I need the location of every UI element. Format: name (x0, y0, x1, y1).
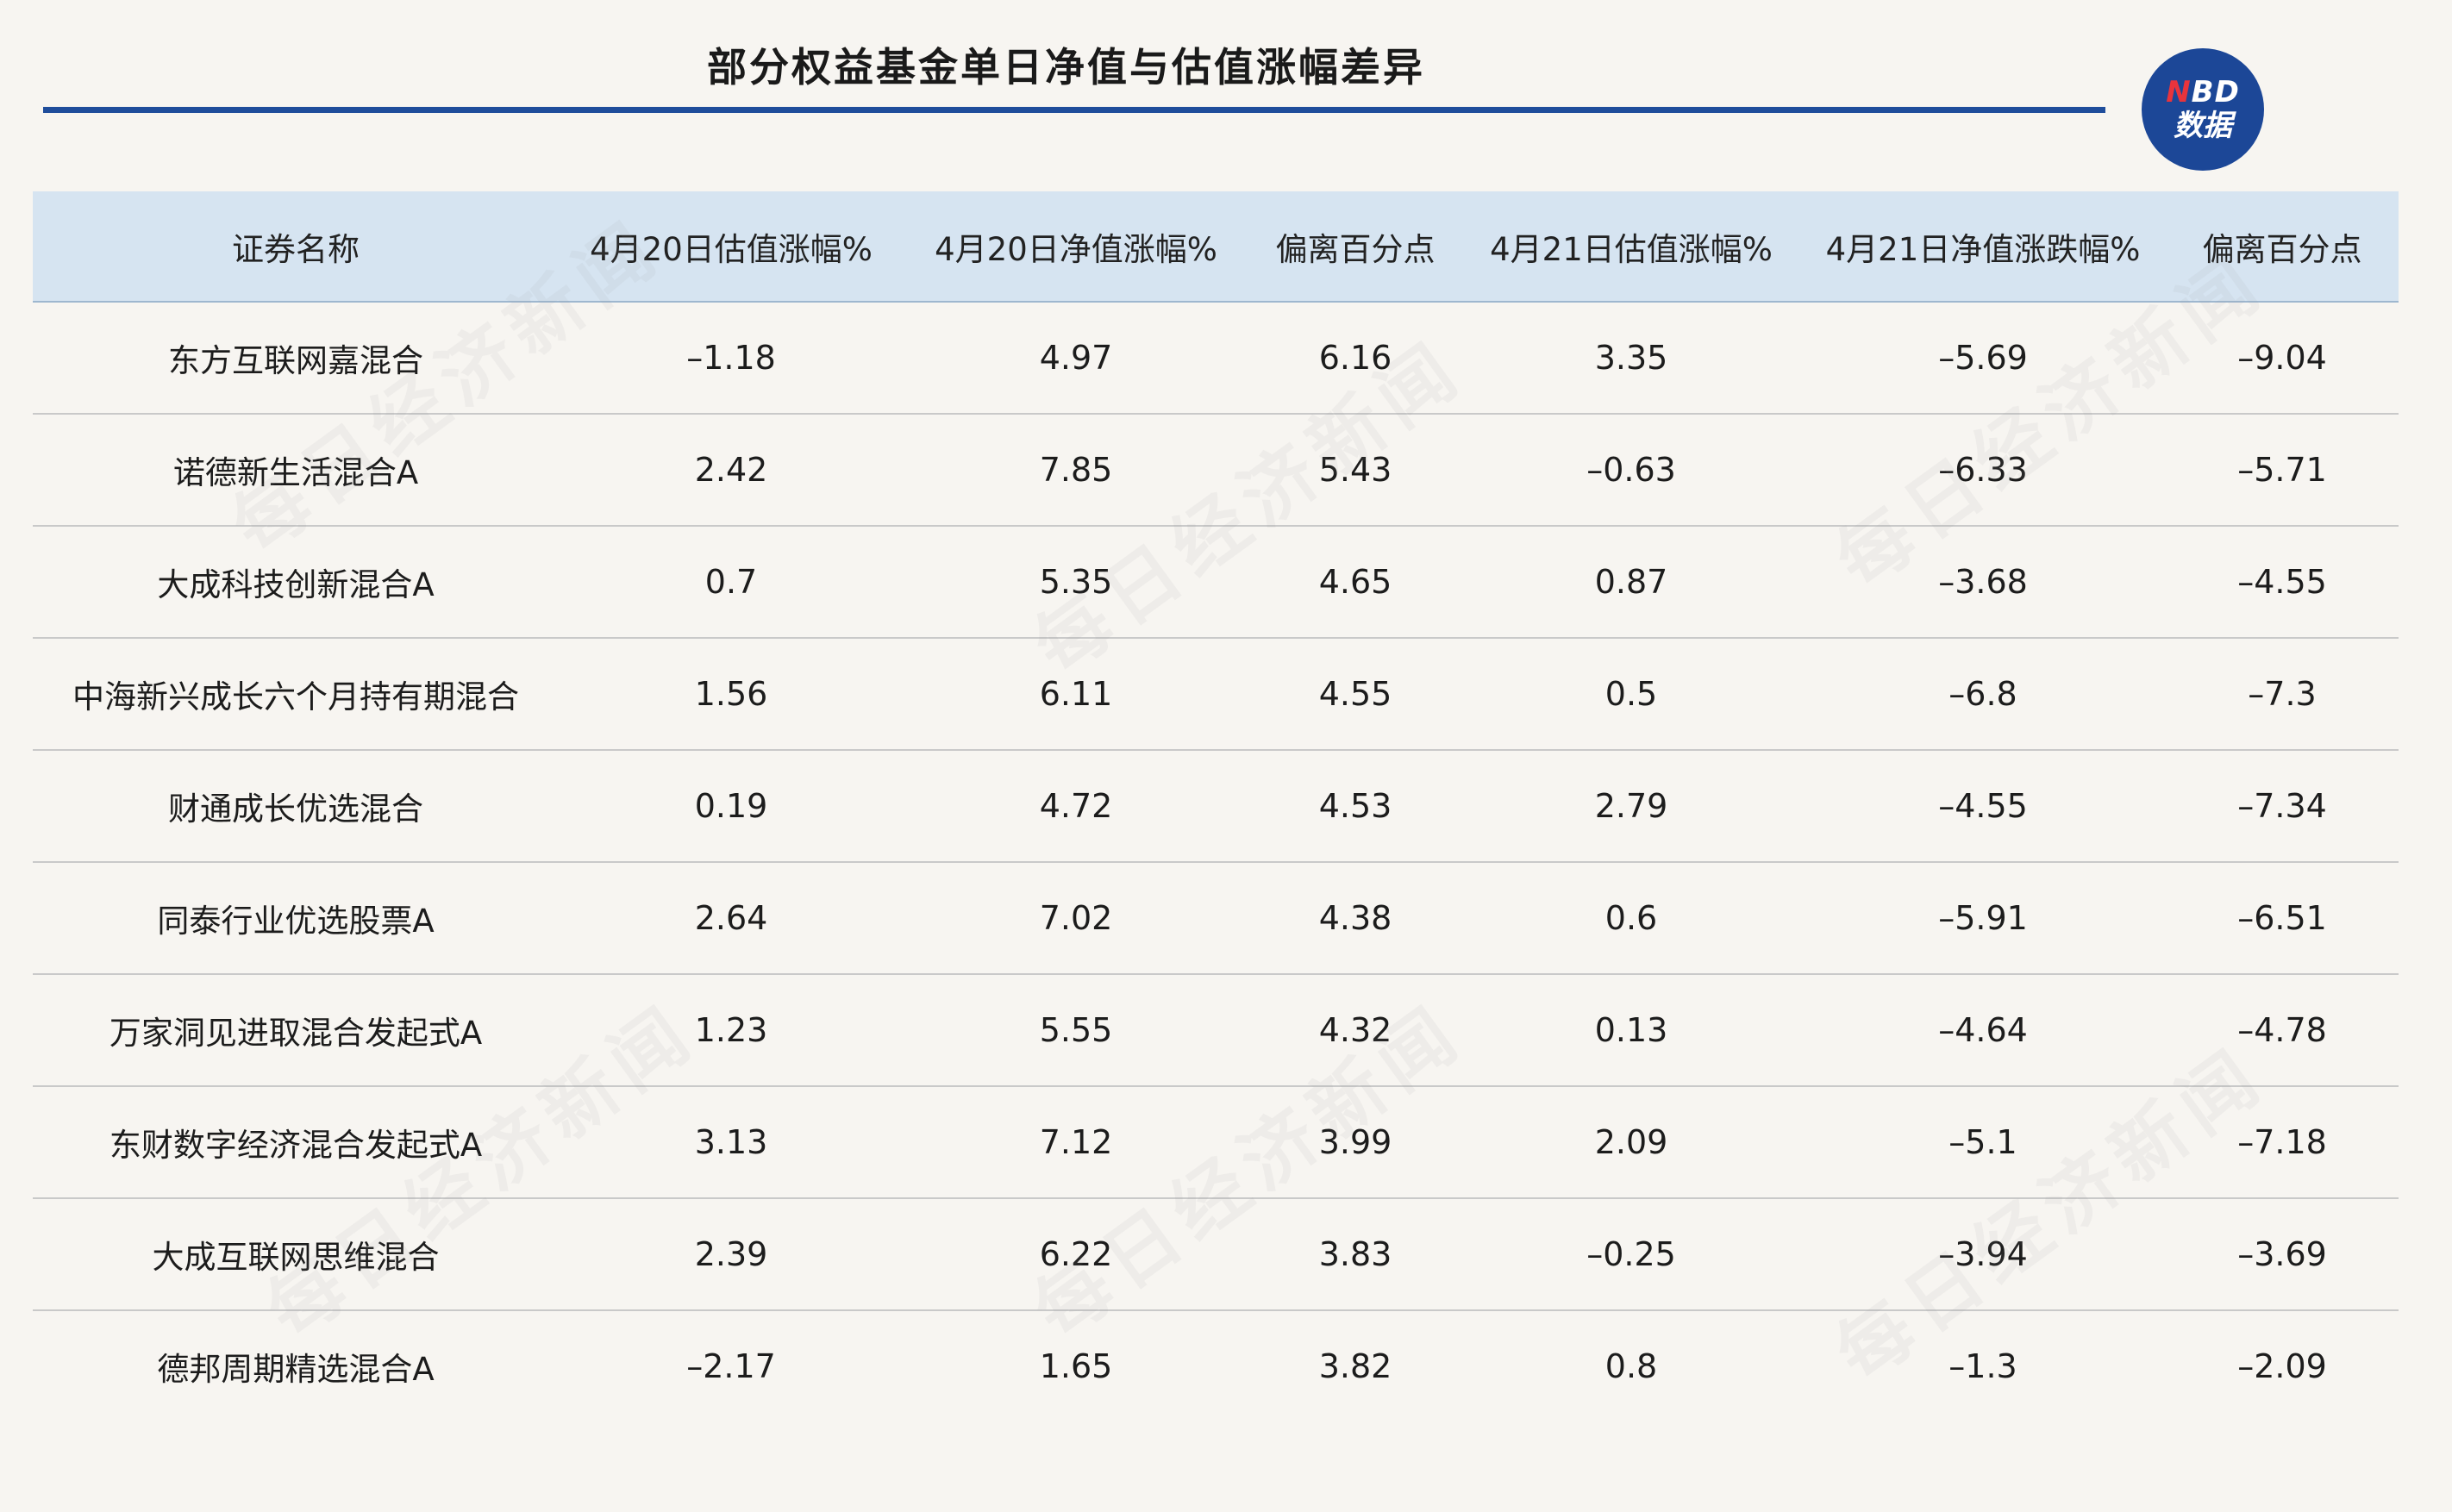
fund-name-cell: 东财数字经济混合发起式A (33, 1086, 559, 1199)
fund-name-cell: 万家洞见进取混合发起式A (33, 974, 559, 1087)
value-cell: –2.09 (2237, 1347, 2327, 1385)
value-cell: –0.25 (1462, 1198, 1800, 1311)
value-cell: –6.33 (1800, 414, 2166, 527)
table-row: 大成科技创新混合A 0.7 5.35 4.65 0.87 –3.68 –4.55 (33, 526, 2399, 639)
value-cell: 0.19 (559, 750, 904, 863)
column-header-2: 4月20日净值涨幅% (904, 191, 1248, 303)
value-cell: 2.79 (1462, 750, 1800, 863)
value-cell: –3.69 (2166, 1198, 2399, 1311)
value-cell: –5.69 (1800, 302, 2166, 415)
value-cell: 3.83 (1248, 1198, 1462, 1311)
value-cell: 4.55 (1248, 638, 1462, 751)
column-header-0: 证券名称 (33, 191, 559, 303)
value-cell: 2.64 (559, 862, 904, 975)
value-cell: –4.55 (2166, 526, 2399, 639)
column-header-6: 偏离百分点 (2166, 191, 2399, 303)
value-cell: 5.55 (904, 974, 1248, 1087)
value-cell: 6.22 (904, 1198, 1248, 1311)
value-cell: 0.5 (1462, 638, 1800, 751)
fund-name-cell: 德邦周期精选混合A (157, 1351, 435, 1388)
table-header-row: 证券名称 4月20日估值涨幅% 4月20日净值涨幅% 偏离百分点 4月21日估值涨幅% 4… (33, 191, 2399, 303)
value-cell: –4.64 (1800, 974, 2166, 1087)
value-cell: 2.09 (1462, 1086, 1800, 1199)
value-cell: 2.42 (559, 414, 904, 527)
table-row: 东方互联网嘉混合 –1.18 4.97 6.16 3.35 –5.69 –9.04 (33, 302, 2399, 415)
value-cell: –5.1 (1800, 1086, 2166, 1199)
value-cell: 7.12 (904, 1086, 1248, 1199)
fund-name-cell: 诺德新生活混合A (33, 414, 559, 527)
page-title: 部分权益基金单日净值与估值涨幅差异 (707, 44, 1425, 91)
value-cell: 4.97 (904, 302, 1248, 415)
value-cell: 3.82 (1318, 1347, 1392, 1385)
value-cell: 7.85 (904, 414, 1248, 527)
fund-name-cell: 东方互联网嘉混合 (33, 302, 559, 415)
value-cell: 1.56 (559, 638, 904, 751)
fund-name-cell: 财通成长优选混合 (33, 750, 559, 863)
column-header-4: 4月21日估值涨幅% (1462, 191, 1800, 303)
value-cell: 3.35 (1462, 302, 1800, 415)
fund-table: 证券名称 4月20日估值涨幅% 4月20日净值涨幅% 偏离百分点 4月21日估值涨幅% 4… (33, 191, 2399, 1421)
logo-letters-bd: BD (2191, 75, 2240, 109)
value-cell: –5.91 (1800, 862, 2166, 975)
value-cell: –9.04 (2166, 302, 2399, 415)
value-cell: –1.18 (559, 302, 904, 415)
title-underline (43, 107, 2105, 113)
table-row: 中海新兴成长六个月持有期混合 1.56 6.11 4.55 0.5 –6.8 –7.3 (33, 638, 2399, 751)
table-row: 财通成长优选混合 0.19 4.72 4.53 2.79 –4.55 –7.34 (33, 750, 2399, 863)
value-cell: 0.7 (559, 526, 904, 639)
column-header-5: 4月21日净值涨跌幅% (1800, 191, 2166, 303)
value-cell: –2.17 (686, 1347, 776, 1385)
value-cell: 0.6 (1462, 862, 1800, 975)
value-cell: 4.38 (1248, 862, 1462, 975)
column-header-1: 4月20日估值涨幅% (559, 191, 904, 303)
value-cell: –6.8 (1800, 638, 2166, 751)
value-cell: –7.3 (2166, 638, 2399, 751)
value-cell: 5.43 (1248, 414, 1462, 527)
value-cell: –5.71 (2166, 414, 2399, 527)
fund-name-cell: 大成互联网思维混合 (33, 1198, 559, 1311)
logo-subtitle: 数据 (2174, 109, 2232, 143)
value-cell: 0.13 (1462, 974, 1800, 1087)
table-row: 大成互联网思维混合 2.39 6.22 3.83 –0.25 –3.94 –3.69 (33, 1198, 2399, 1311)
fund-name-cell: 中海新兴成长六个月持有期混合 (33, 638, 559, 751)
column-header-3: 偏离百分点 (1248, 191, 1462, 303)
value-cell: –7.34 (2166, 750, 2399, 863)
value-cell: –3.94 (1800, 1198, 2166, 1311)
value-cell: –6.51 (2166, 862, 2399, 975)
value-cell: 3.13 (559, 1086, 904, 1199)
value-cell: –4.78 (2166, 974, 2399, 1087)
value-cell: 1.23 (559, 974, 904, 1087)
value-cell: –7.18 (2166, 1086, 2399, 1199)
value-cell: –4.55 (1800, 750, 2166, 863)
value-cell: 0.87 (1462, 526, 1800, 639)
value-cell: 4.53 (1248, 750, 1462, 863)
logo-letter-n: N (2166, 75, 2192, 109)
table-row: 诺德新生活混合A 2.42 7.85 5.43 –0.63 –6.33 –5.71 (33, 414, 2399, 527)
value-cell: –1.3 (1948, 1347, 2017, 1385)
value-cell: 2.39 (559, 1198, 904, 1311)
value-cell: 4.32 (1248, 974, 1462, 1087)
table-row: 万家洞见进取混合发起式A 1.23 5.55 4.32 0.13 –4.64 –4.78 (33, 974, 2399, 1087)
table-row: 同泰行业优选股票A 2.64 7.02 4.38 0.6 –5.91 –6.51 (33, 862, 2399, 975)
value-cell: 6.11 (904, 638, 1248, 751)
value-cell: 1.65 (1039, 1347, 1113, 1385)
value-cell: 6.16 (1248, 302, 1462, 415)
value-cell: 4.65 (1248, 526, 1462, 639)
fund-name-cell: 大成科技创新混合A (33, 526, 559, 639)
value-cell: 3.99 (1248, 1086, 1462, 1199)
table-row: 东财数字经济混合发起式A 3.13 7.12 3.99 2.09 –5.1 –7.18 (33, 1086, 2399, 1199)
value-cell: 4.72 (904, 750, 1248, 863)
value-cell: –3.68 (1800, 526, 2166, 639)
nbd-logo: NBD 数据 (2142, 48, 2264, 171)
value-cell: –0.63 (1462, 414, 1800, 527)
value-cell: 0.8 (1604, 1347, 1658, 1385)
table-row: 德邦周期精选混合A –2.17 1.65 3.82 0.8 –1.3 –2.09 (33, 1310, 2399, 1421)
value-cell: 5.35 (904, 526, 1248, 639)
value-cell: 7.02 (904, 862, 1248, 975)
fund-name-cell: 同泰行业优选股票A (33, 862, 559, 975)
